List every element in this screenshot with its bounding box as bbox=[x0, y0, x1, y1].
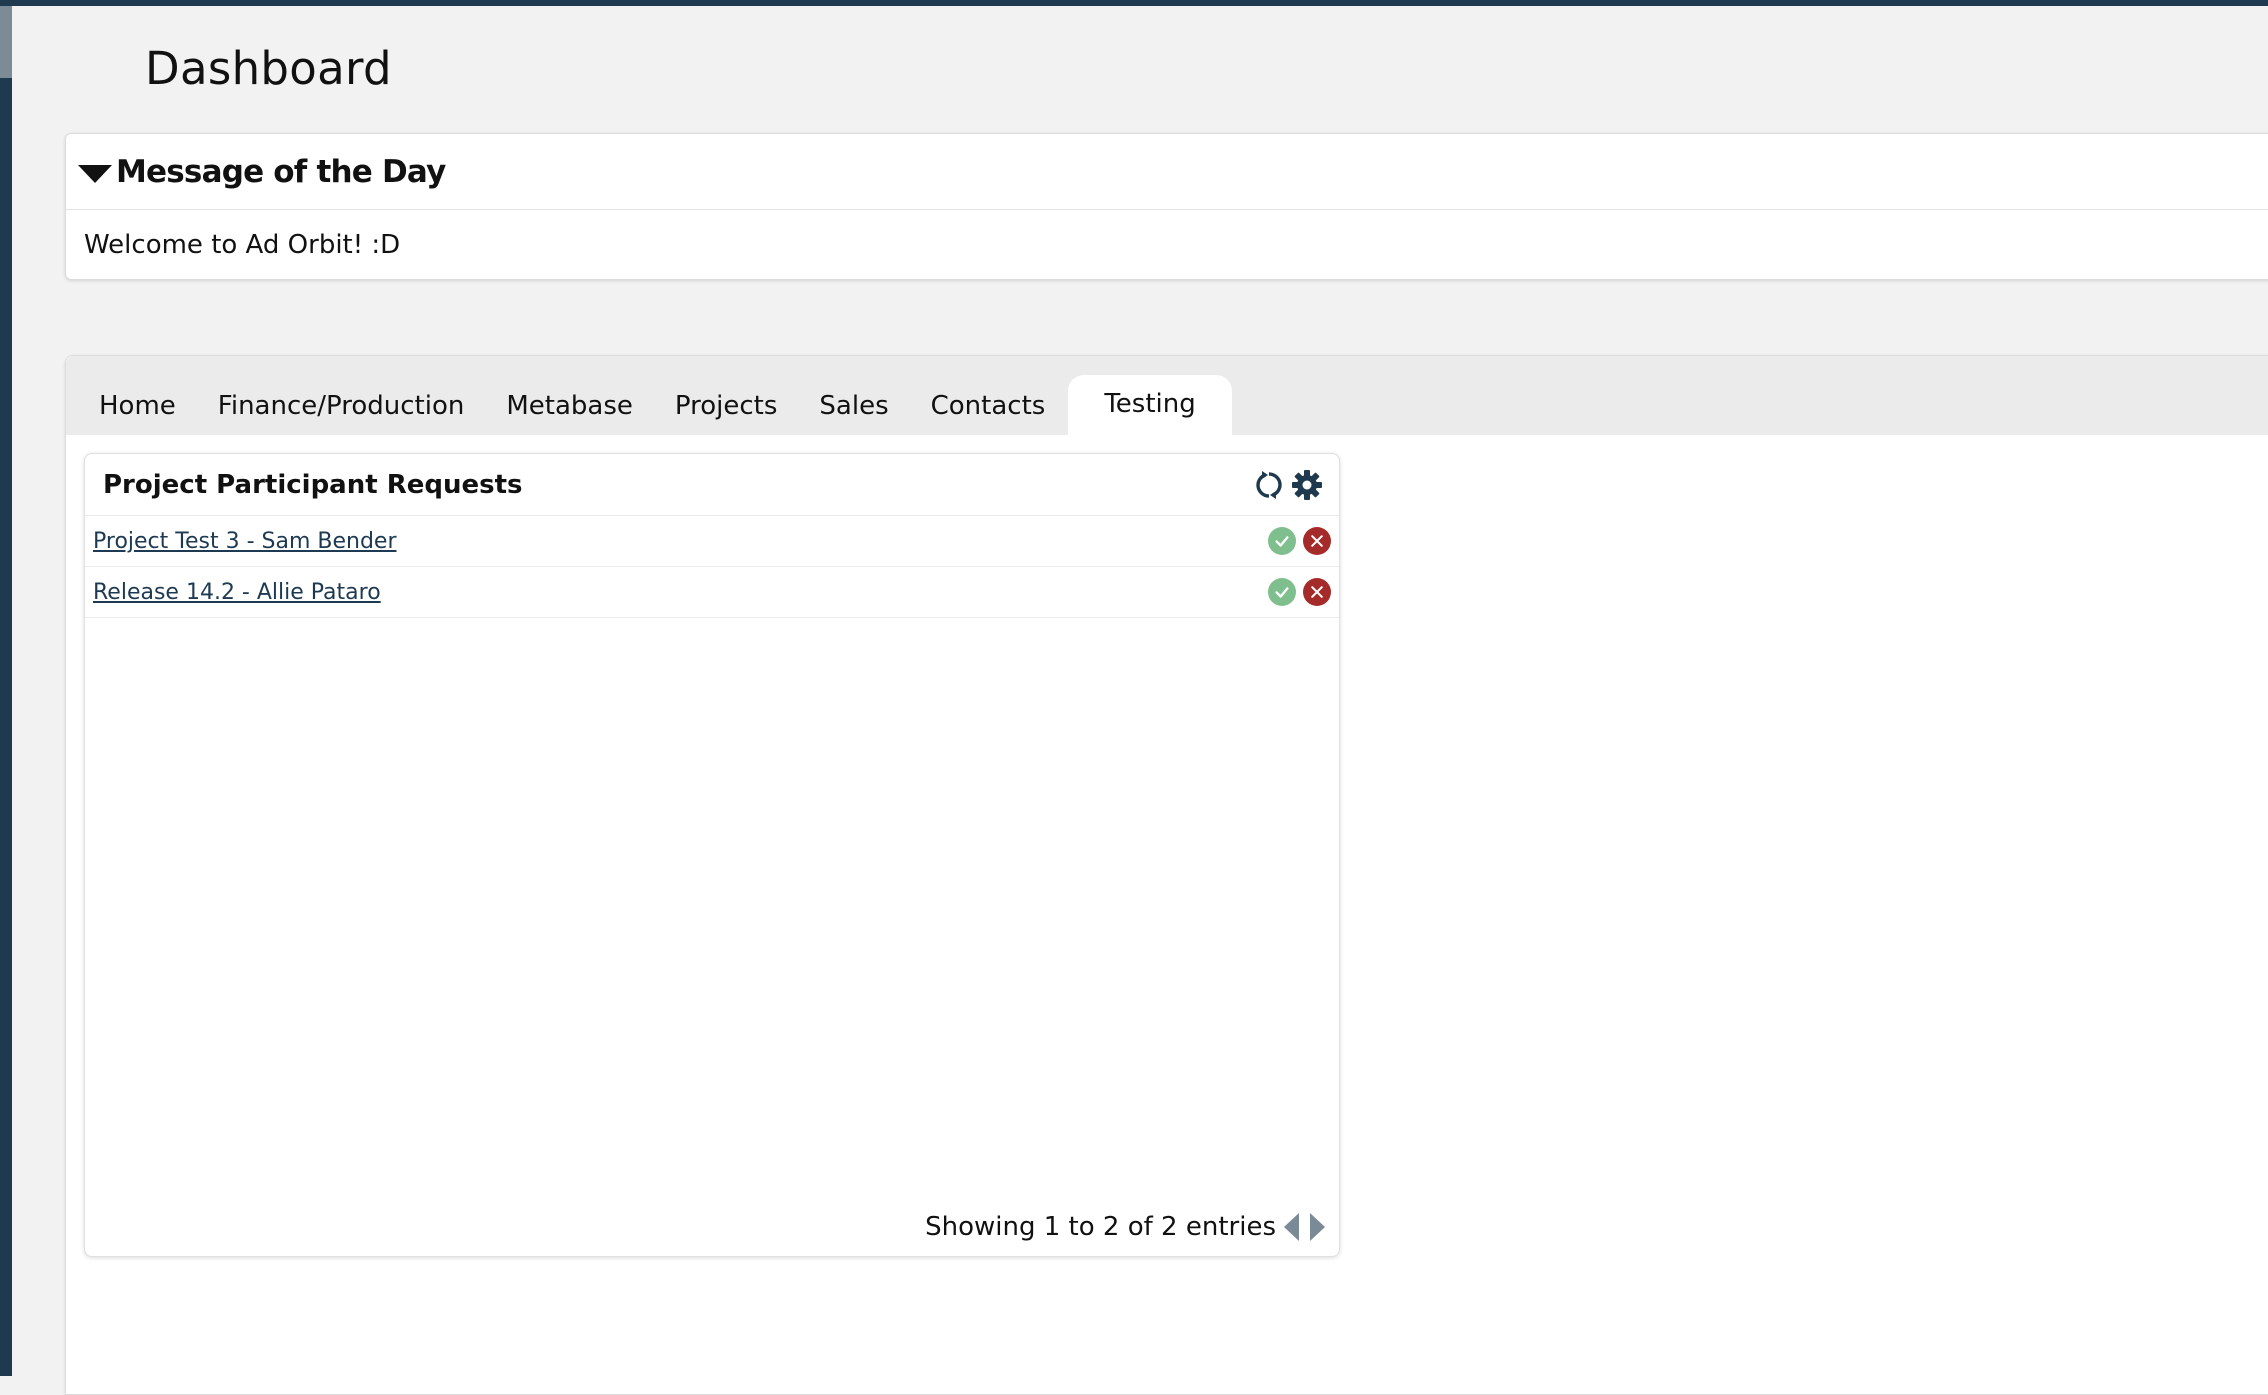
check-icon bbox=[1275, 536, 1289, 547]
pagination-footer: Showing 1 to 2 of 2 entries bbox=[925, 1212, 1325, 1242]
table-row: Project Test 3 - Sam Bender bbox=[85, 516, 1339, 567]
motd-body: Welcome to Ad Orbit! :D bbox=[84, 230, 401, 260]
widget-header: Project Participant Requests bbox=[85, 454, 1339, 516]
motd-title: Message of the Day bbox=[116, 153, 446, 190]
tab-strip: Home Finance/Production Metabase Project… bbox=[66, 356, 2268, 435]
caret-down-icon[interactable] bbox=[78, 164, 112, 183]
table-row: Release 14.2 - Allie Pataro bbox=[85, 567, 1339, 618]
refresh-icon[interactable] bbox=[1253, 469, 1285, 501]
entries-count-text: Showing 1 to 2 of 2 entries bbox=[925, 1212, 1276, 1242]
top-bar bbox=[0, 0, 2268, 6]
widget-title: Project Participant Requests bbox=[103, 469, 523, 500]
motd-header[interactable]: Message of the Day bbox=[66, 134, 2268, 210]
gear-icon[interactable] bbox=[1291, 469, 1323, 501]
approve-button[interactable] bbox=[1268, 578, 1296, 606]
next-page-icon[interactable] bbox=[1310, 1213, 1325, 1241]
check-icon bbox=[1275, 587, 1289, 598]
reject-button[interactable] bbox=[1303, 527, 1331, 555]
tab-contacts[interactable]: Contacts bbox=[910, 377, 1067, 435]
approve-button[interactable] bbox=[1268, 527, 1296, 555]
previous-page-icon[interactable] bbox=[1284, 1213, 1299, 1241]
left-sidebar-rail bbox=[0, 0, 12, 1376]
project-participant-requests-widget: Project Participant Requests Project Tes… bbox=[84, 453, 1340, 1257]
message-of-the-day-panel: Message of the Day Welcome to Ad Orbit! … bbox=[65, 133, 2268, 280]
tab-testing[interactable]: Testing bbox=[1068, 375, 1232, 435]
request-link[interactable]: Release 14.2 - Allie Pataro bbox=[93, 580, 1261, 605]
tab-metabase[interactable]: Metabase bbox=[485, 377, 654, 435]
close-icon bbox=[1311, 586, 1323, 598]
tab-finance-production[interactable]: Finance/Production bbox=[197, 377, 486, 435]
tab-sales[interactable]: Sales bbox=[798, 377, 909, 435]
reject-button[interactable] bbox=[1303, 578, 1331, 606]
page-title: Dashboard bbox=[145, 42, 392, 95]
close-icon bbox=[1311, 535, 1323, 547]
tab-projects[interactable]: Projects bbox=[654, 377, 799, 435]
sidebar-toggle-handle[interactable] bbox=[0, 6, 12, 78]
dashboard-tabs-panel: Home Finance/Production Metabase Project… bbox=[65, 355, 2268, 1395]
request-link[interactable]: Project Test 3 - Sam Bender bbox=[93, 529, 1261, 554]
tab-home[interactable]: Home bbox=[78, 377, 197, 435]
